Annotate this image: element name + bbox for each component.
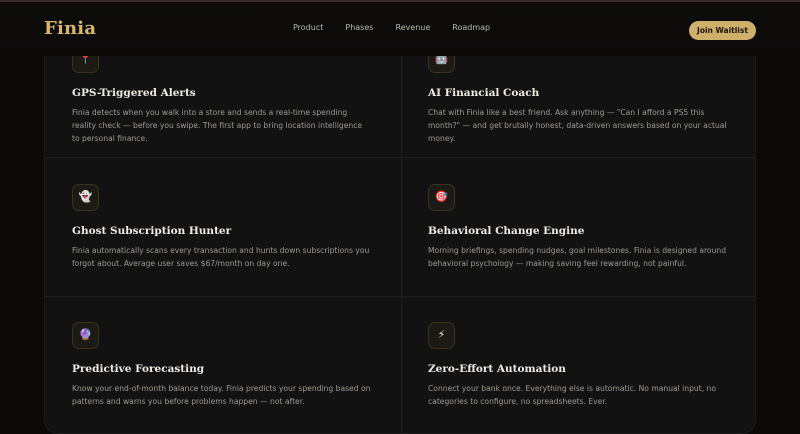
feature-forecasting: 🔮 Predictive Forecasting Know your end-o…	[45, 297, 401, 433]
feature-description: Connect your bank once. Everything else …	[428, 384, 717, 406]
feature-title: Ghost Subscription Hunter	[72, 225, 232, 237]
feature-title: Behavioral Change Engine	[428, 225, 585, 237]
crystal-ball-icon: 🔮	[72, 322, 99, 349]
join-waitlist-button[interactable]: Join Waitlist	[689, 21, 756, 40]
feature-description: Chat with Finia like a best friend. Ask …	[428, 108, 727, 143]
nav-link-product[interactable]: Product	[293, 23, 323, 32]
feature-description: Morning briefings, spending nudges, goal…	[428, 246, 727, 268]
nav-link-phases[interactable]: Phases	[345, 23, 373, 32]
target-icon: 🎯	[428, 184, 455, 211]
feature-automation: ⚡ Zero-Effort Automation Connect your ba…	[401, 297, 755, 433]
brand-logo[interactable]: Finia	[44, 18, 96, 39]
feature-title: AI Financial Coach	[428, 87, 540, 99]
nav-link-roadmap[interactable]: Roadmap	[452, 23, 490, 32]
feature-description: Finia detects when you walk into a store…	[72, 108, 363, 143]
feature-behavioral-engine: 🎯 Behavioral Change Engine Morning brief…	[401, 158, 755, 297]
feature-title: GPS-Triggered Alerts	[72, 87, 196, 99]
nav-menu: Product Phases Revenue Roadmap	[293, 23, 512, 32]
top-navbar: Finia Product Phases Revenue Roadmap Joi…	[0, 2, 800, 56]
ghost-icon: 👻	[72, 184, 99, 211]
feature-description: Finia automatically scans every transact…	[72, 246, 370, 268]
feature-description: Know your end-of-month balance today. Fi…	[72, 384, 371, 406]
features-grid: 📍 GPS-Triggered Alerts Finia detects whe…	[45, 21, 755, 433]
features-card: 📍 GPS-Triggered Alerts Finia detects whe…	[44, 20, 756, 434]
feature-ghost-hunter: 👻 Ghost Subscription Hunter Finia automa…	[45, 158, 401, 297]
feature-title: Predictive Forecasting	[72, 363, 205, 375]
feature-title: Zero-Effort Automation	[428, 363, 566, 375]
nav-link-revenue[interactable]: Revenue	[395, 23, 430, 32]
lightning-icon: ⚡	[428, 322, 455, 349]
